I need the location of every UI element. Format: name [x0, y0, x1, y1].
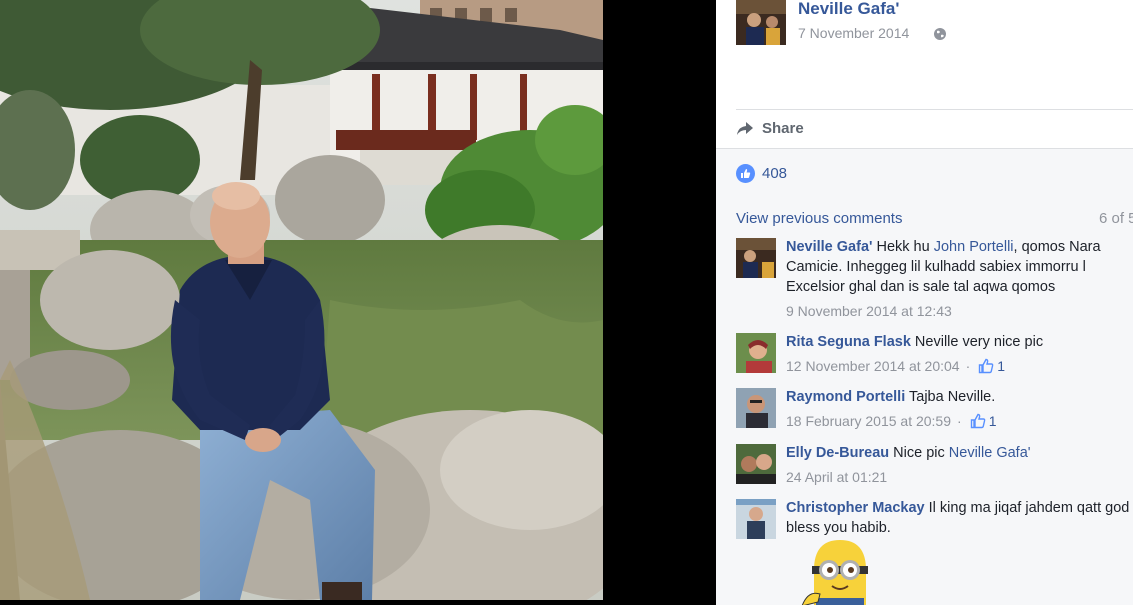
comment-like-count[interactable]: 1 — [997, 356, 1005, 376]
post-author-name[interactable]: Neville Gafa' — [798, 0, 899, 19]
comment-text: Hekk hu — [872, 239, 934, 255]
commenter-avatar[interactable] — [736, 444, 776, 484]
share-label: Share — [762, 119, 804, 137]
view-previous-comments-link[interactable]: View previous comments — [736, 210, 902, 227]
comment-meta: 12 November 2014 at 20:04 · 1 — [786, 356, 1133, 376]
comment-body: Raymond Portelli Tajba Neville. 18 Febru… — [786, 387, 1133, 431]
comment-text: Neville very nice pic — [910, 334, 1044, 350]
comment-timestamp[interactable]: 9 November 2014 at 12:43 — [786, 301, 952, 321]
comment-body: Neville Gafa' Hekk hu John Portelli, qom… — [786, 237, 1133, 321]
comment-text: Tajba Neville. — [905, 389, 996, 405]
view-previous-comments-row: View previous comments 6 of 5 — [736, 210, 1133, 230]
globe-icon — [934, 28, 946, 40]
comment-timestamp[interactable]: 18 February 2015 at 20:59 — [786, 411, 951, 431]
comment-text: Nice pic — [889, 445, 949, 461]
comment-body: Elly De-Bureau Nice pic Neville Gafa' 24… — [786, 443, 1133, 487]
commenter-avatar[interactable] — [736, 388, 776, 428]
post-header: Neville Gafa' 7 November 2014 ⌄ — [736, 0, 1133, 60]
comment-author[interactable]: Elly De-Bureau — [786, 445, 889, 461]
divider — [736, 109, 1133, 110]
comments-section: 408 View previous comments 6 of 5 Nevill… — [716, 148, 1133, 605]
comment-timestamp[interactable]: 24 April at 01:21 — [786, 467, 887, 487]
comment-body: Christopher Mackay Il king ma jiqaf jahd… — [786, 498, 1133, 538]
share-arrow-icon — [737, 122, 753, 135]
post-date[interactable]: 7 November 2014 — [798, 25, 909, 41]
comments-count: 6 of 5 — [1099, 210, 1133, 227]
comment-author[interactable]: Rita Seguna Flask — [786, 334, 911, 350]
comment-meta: 18 February 2015 at 20:59 · 1 — [786, 411, 1133, 431]
post-photo[interactable] — [0, 0, 603, 600]
commenter-avatar[interactable] — [736, 333, 776, 373]
comment-mention-link[interactable]: John Portelli — [934, 239, 1014, 255]
commenter-avatar[interactable] — [736, 238, 776, 278]
comment-like-count[interactable]: 1 — [989, 411, 997, 431]
comment-mention-link[interactable]: Neville Gafa' — [949, 445, 1031, 461]
likes-summary[interactable]: 408 — [736, 162, 787, 184]
meta-separator: · — [957, 413, 962, 429]
thumbs-up-icon[interactable] — [970, 413, 986, 429]
minion-sticker[interactable] — [796, 540, 876, 605]
comment-timestamp[interactable]: 12 November 2014 at 20:04 — [786, 356, 960, 376]
comment-body: Rita Seguna Flask Neville very nice pic … — [786, 332, 1133, 376]
comment-meta: 24 April at 01:21 — [786, 467, 1133, 487]
comment-author[interactable]: Neville Gafa' — [786, 239, 872, 255]
thumbs-up-icon[interactable] — [978, 358, 994, 374]
comment-author[interactable]: Christopher Mackay — [786, 500, 925, 516]
photo-garden-scene — [0, 0, 603, 600]
comment-author[interactable]: Raymond Portelli — [786, 389, 905, 405]
commenter-avatar[interactable] — [736, 499, 776, 539]
post-sidebar: Neville Gafa' 7 November 2014 ⌄ Share 40… — [716, 0, 1133, 605]
author-avatar[interactable] — [736, 0, 786, 45]
photo-stage — [0, 0, 716, 605]
divider — [716, 148, 1133, 149]
thumbs-up-icon — [736, 163, 755, 183]
share-button[interactable]: Share — [736, 116, 804, 140]
comment-meta: 9 November 2014 at 12:43 — [786, 301, 1133, 321]
likes-count: 408 — [762, 164, 788, 182]
meta-separator: · — [965, 358, 971, 374]
